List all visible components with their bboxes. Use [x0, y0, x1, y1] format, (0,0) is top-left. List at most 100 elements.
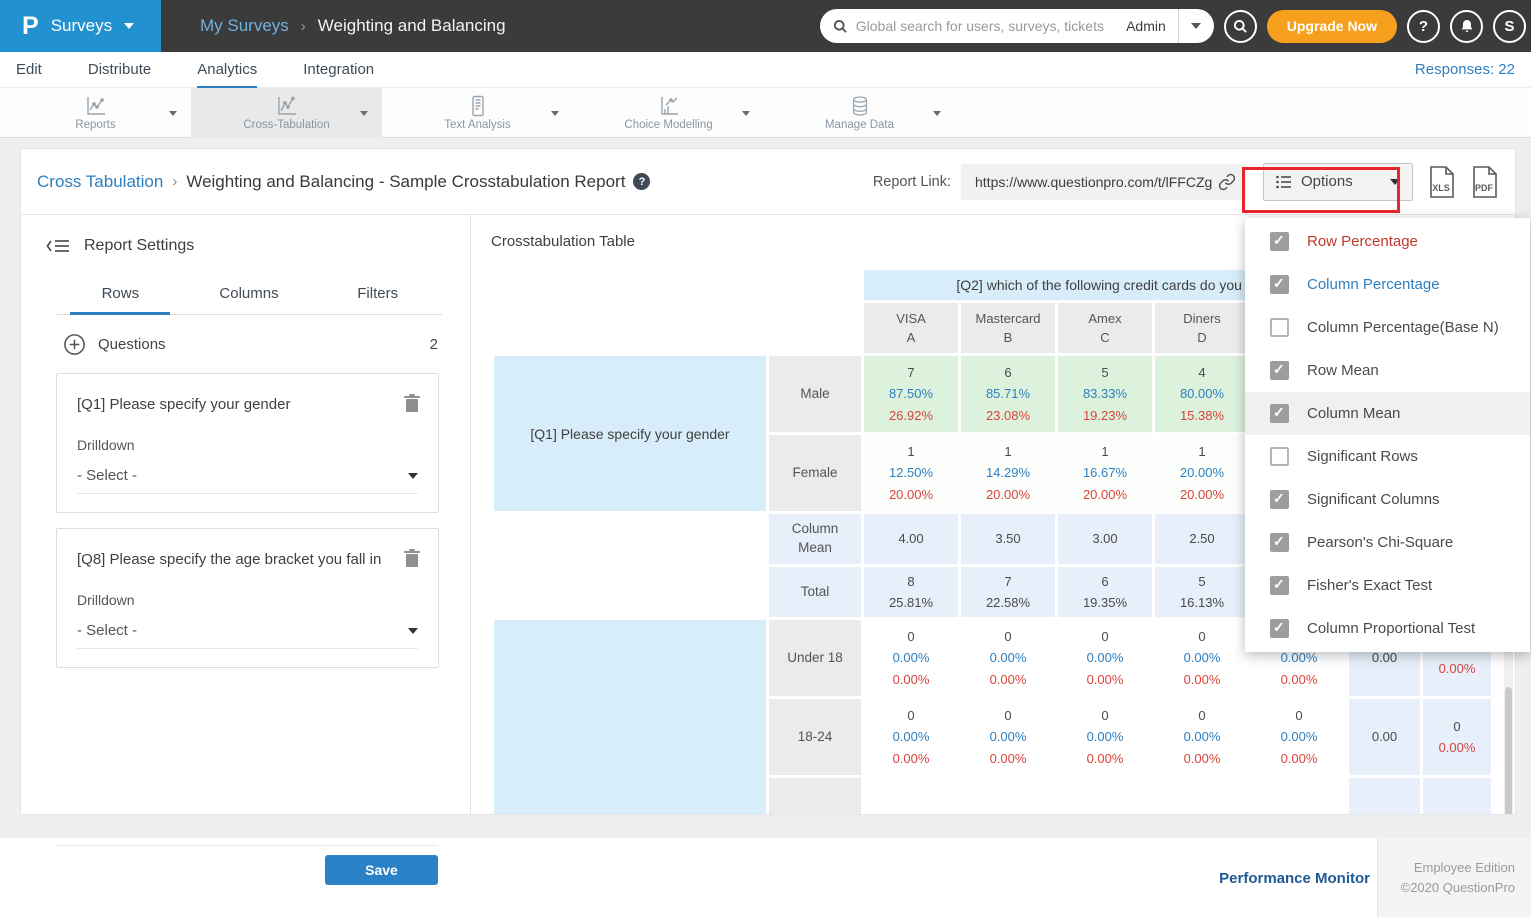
cross-tabulation-link[interactable]: Cross Tabulation [37, 172, 163, 192]
drilldown-select[interactable]: - Select - [77, 467, 418, 494]
checkbox-icon[interactable] [1270, 576, 1289, 595]
nav-distribute[interactable]: Distribute [88, 52, 151, 88]
nav-integration[interactable]: Integration [303, 52, 374, 88]
product-switcher[interactable]: P Surveys [0, 0, 161, 52]
link-icon[interactable] [1218, 173, 1236, 191]
option-column-percentage[interactable]: Column Percentage [1245, 263, 1530, 306]
top-header-bar: P Surveys My Surveys › Weighting and Bal… [0, 0, 1531, 52]
checkbox-icon[interactable] [1270, 232, 1289, 251]
chevron-down-icon[interactable] [742, 111, 750, 116]
options-button[interactable]: Options [1263, 163, 1413, 201]
option-column-proportional-test[interactable]: Column Proportional Test [1245, 607, 1530, 650]
help-button[interactable]: ? [1407, 10, 1440, 43]
nav-edit[interactable]: Edit [16, 52, 42, 88]
performance-monitor-link[interactable]: Performance Monitor [1219, 870, 1370, 887]
chevron-down-icon[interactable] [169, 111, 177, 116]
question-card-q1: [Q1] Please specify your gender Drilldow… [56, 373, 439, 513]
crosstab-cell: 722.58% [961, 567, 1055, 617]
scrollbar-thumb[interactable] [1505, 687, 1512, 814]
crosstab-cell: 4.00 [864, 514, 958, 564]
checkbox-icon[interactable] [1270, 447, 1289, 466]
edition-info: Employee Edition ©2020 QuestionPro [1377, 838, 1531, 917]
toolbar-choice-modelling[interactable]: Choice Modelling [573, 88, 764, 138]
save-button[interactable]: Save [325, 855, 438, 885]
chevron-down-icon [408, 628, 418, 634]
report-link-field[interactable]: https://www.questionpro.com/t/lFFCZg [961, 164, 1246, 200]
row-label: Under 18 [769, 620, 861, 696]
tab-rows[interactable]: Rows [56, 277, 185, 314]
toolbar-text-analysis[interactable]: Text Analysis [382, 88, 573, 138]
chevron-down-icon[interactable] [551, 111, 559, 116]
chevron-down-icon[interactable] [933, 111, 941, 116]
search-scope-dropdown[interactable] [1178, 9, 1214, 43]
option-significant-rows[interactable]: Significant Rows [1245, 435, 1530, 478]
crosstab-cell: 619.35% [1058, 567, 1152, 617]
chart-bars-icon [657, 95, 681, 117]
breadcrumb-my-surveys[interactable]: My Surveys [200, 16, 289, 36]
notifications-button[interactable] [1450, 10, 1483, 43]
checkbox-icon[interactable] [1270, 404, 1289, 423]
question-text: [Q1] Please specify your gender [77, 396, 418, 413]
option-column-percentage-base-n[interactable]: Column Percentage(Base N) [1245, 306, 1530, 349]
search-submit-button[interactable] [1224, 10, 1257, 43]
header-actions: Admin Upgrade Now ? S [820, 0, 1526, 52]
chevron-down-icon[interactable] [360, 111, 368, 116]
help-icon[interactable]: ? [633, 173, 650, 190]
column-header: MastercardB [961, 303, 1055, 353]
user-avatar[interactable]: S [1493, 10, 1526, 43]
add-question-icon[interactable] [63, 333, 86, 356]
toolbar-reports[interactable]: Reports [0, 88, 191, 138]
checkbox-icon[interactable] [1270, 361, 1289, 380]
export-xls-button[interactable]: XLS [1428, 165, 1456, 199]
svg-text:XLS: XLS [1432, 183, 1450, 193]
settings-tabs: Rows Columns Filters [56, 277, 442, 315]
crosstab-cell: 00.00%0.00% [961, 699, 1055, 775]
tab-filters[interactable]: Filters [313, 277, 442, 314]
global-search-input[interactable] [856, 18, 1114, 34]
checkbox-icon[interactable] [1270, 318, 1289, 337]
report-header: Cross Tabulation › Weighting and Balanci… [21, 149, 1515, 215]
crosstab-cell: 120.00%20.00% [1155, 435, 1249, 511]
toolbar-cross-tabulation[interactable]: Cross-Tabulation [191, 88, 382, 138]
questions-count: 2 [430, 336, 438, 353]
crosstab-cell: 00.00%0.00% [1058, 620, 1152, 696]
line-chart-icon [275, 95, 299, 117]
toolbar-manage-data[interactable]: Manage Data [764, 88, 955, 138]
collapse-sidebar-icon[interactable] [46, 238, 70, 254]
drilldown-select[interactable]: - Select - [77, 622, 418, 649]
report-actions: Report Link: https://www.questionpro.com… [873, 163, 1499, 201]
row-label: Total [769, 567, 861, 617]
option-column-mean[interactable]: Column Mean [1245, 392, 1530, 435]
database-icon [849, 95, 871, 117]
upgrade-now-button[interactable]: Upgrade Now [1267, 10, 1397, 43]
option-row-mean[interactable]: Row Mean [1245, 349, 1530, 392]
svg-text:PDF: PDF [1475, 183, 1494, 193]
delete-question-icon[interactable] [404, 549, 420, 568]
crosstab-cell: 2.50 [1155, 514, 1249, 564]
option-pearsons-chi-square[interactable]: Pearson's Chi-Square [1245, 521, 1530, 564]
drilldown-label: Drilldown [77, 437, 418, 453]
checkbox-icon[interactable] [1270, 619, 1289, 638]
crosstab-cell: 114.29%20.00% [961, 435, 1055, 511]
global-search-bar[interactable]: Admin [820, 9, 1214, 43]
option-fishers-exact-test[interactable]: Fisher's Exact Test [1245, 564, 1530, 607]
crosstab-cell: 825.81% [864, 567, 958, 617]
option-significant-columns[interactable]: Significant Columns [1245, 478, 1530, 521]
questionpro-logo-icon: P [22, 14, 39, 39]
tab-columns[interactable]: Columns [185, 277, 314, 314]
crosstab-cell: 516.13% [1155, 567, 1249, 617]
crosstab-cell: 00.00%0.00% [864, 620, 958, 696]
option-row-percentage[interactable]: Row Percentage [1245, 220, 1530, 263]
export-pdf-button[interactable]: PDF [1471, 165, 1499, 199]
report-settings-sidebar: Report Settings Rows Columns Filters Que… [21, 215, 471, 814]
delete-question-icon[interactable] [404, 394, 420, 413]
questions-label: Questions [98, 336, 166, 353]
column-header: AmexC [1058, 303, 1152, 353]
nav-analytics[interactable]: Analytics [197, 52, 257, 88]
drilldown-label: Drilldown [77, 592, 418, 608]
checkbox-icon[interactable] [1270, 275, 1289, 294]
checkbox-icon[interactable] [1270, 490, 1289, 509]
options-button-label: Options [1301, 173, 1353, 190]
checkbox-icon[interactable] [1270, 533, 1289, 552]
column-header: DinersD [1155, 303, 1249, 353]
